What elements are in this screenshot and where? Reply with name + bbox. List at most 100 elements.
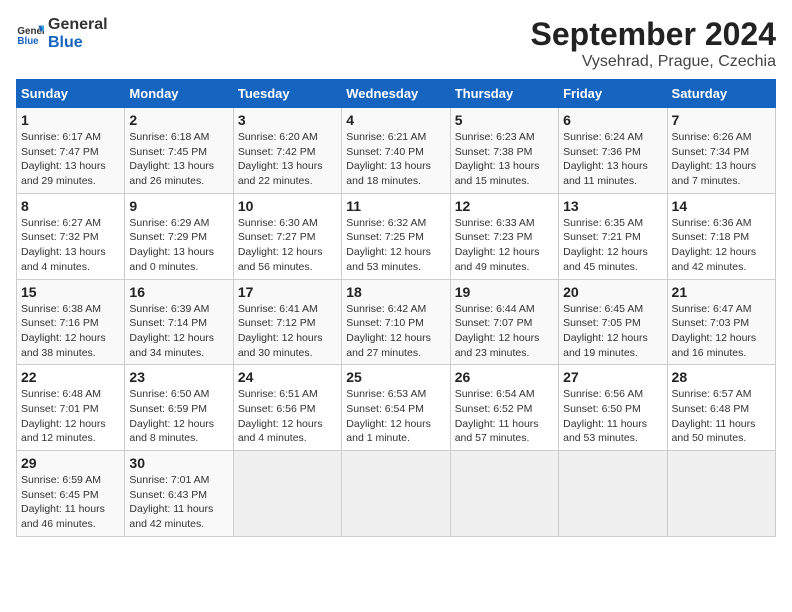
day-number: 21 [672, 284, 771, 300]
day-info: Sunrise: 6:39 AM Sunset: 7:14 PM Dayligh… [129, 302, 228, 361]
day-info: Sunrise: 6:45 AM Sunset: 7:05 PM Dayligh… [563, 302, 662, 361]
table-row: 1 Sunrise: 6:17 AM Sunset: 7:47 PM Daylig… [17, 108, 125, 194]
day-info: Sunrise: 6:36 AM Sunset: 7:18 PM Dayligh… [672, 216, 771, 275]
day-number: 2 [129, 112, 228, 128]
table-row: 17 Sunrise: 6:41 AM Sunset: 7:12 PM Dayli… [233, 279, 341, 365]
table-row [342, 451, 450, 537]
day-number: 13 [563, 198, 662, 214]
table-row: 11 Sunrise: 6:32 AM Sunset: 7:25 PM Dayli… [342, 193, 450, 279]
day-info: Sunrise: 6:41 AM Sunset: 7:12 PM Dayligh… [238, 302, 337, 361]
day-info: Sunrise: 6:29 AM Sunset: 7:29 PM Dayligh… [129, 216, 228, 275]
table-row [450, 451, 558, 537]
table-row: 18 Sunrise: 6:42 AM Sunset: 7:10 PM Dayli… [342, 279, 450, 365]
table-row: 28 Sunrise: 6:57 AM Sunset: 6:48 PM Dayli… [667, 365, 775, 451]
header-wednesday: Wednesday [342, 80, 450, 108]
day-number: 15 [21, 284, 120, 300]
calendar-week-row: 8Sunrise: 6:27 AM Sunset: 7:32 PM Daylig… [17, 193, 776, 279]
table-row: 2 Sunrise: 6:18 AM Sunset: 7:45 PM Daylig… [125, 108, 233, 194]
day-number: 30 [129, 455, 228, 471]
table-row: 8Sunrise: 6:27 AM Sunset: 7:32 PM Daylig… [17, 193, 125, 279]
day-info: Sunrise: 6:17 AM Sunset: 7:47 PM Dayligh… [21, 130, 120, 189]
table-row: 5 Sunrise: 6:23 AM Sunset: 7:38 PM Daylig… [450, 108, 558, 194]
month-title: September 2024 [531, 16, 776, 53]
day-number: 26 [455, 369, 554, 385]
day-number: 5 [455, 112, 554, 128]
table-row: 23Sunrise: 6:50 AM Sunset: 6:59 PM Dayli… [125, 365, 233, 451]
day-number: 7 [672, 112, 771, 128]
logo: General Blue General Blue [16, 16, 108, 51]
day-number: 10 [238, 198, 337, 214]
day-info: Sunrise: 6:53 AM Sunset: 6:54 PM Dayligh… [346, 387, 445, 446]
calendar-week-row: 15 Sunrise: 6:38 AM Sunset: 7:16 PM Dayli… [17, 279, 776, 365]
day-number: 25 [346, 369, 445, 385]
day-number: 27 [563, 369, 662, 385]
day-number: 9 [129, 198, 228, 214]
table-row: 16Sunrise: 6:39 AM Sunset: 7:14 PM Dayli… [125, 279, 233, 365]
day-info: Sunrise: 6:26 AM Sunset: 7:34 PM Dayligh… [672, 130, 771, 189]
header-tuesday: Tuesday [233, 80, 341, 108]
table-row: 15 Sunrise: 6:38 AM Sunset: 7:16 PM Dayli… [17, 279, 125, 365]
table-row: 7 Sunrise: 6:26 AM Sunset: 7:34 PM Daylig… [667, 108, 775, 194]
table-row [667, 451, 775, 537]
table-row [559, 451, 667, 537]
day-info: Sunrise: 6:32 AM Sunset: 7:25 PM Dayligh… [346, 216, 445, 275]
calendar-week-row: 22 Sunrise: 6:48 AM Sunset: 7:01 PM Dayli… [17, 365, 776, 451]
day-number: 14 [672, 198, 771, 214]
table-row: 9 Sunrise: 6:29 AM Sunset: 7:29 PM Daylig… [125, 193, 233, 279]
logo-general: General [48, 16, 108, 34]
table-row: 26 Sunrise: 6:54 AM Sunset: 6:52 PM Dayli… [450, 365, 558, 451]
table-row: 10Sunrise: 6:30 AM Sunset: 7:27 PM Dayli… [233, 193, 341, 279]
day-info: Sunrise: 6:57 AM Sunset: 6:48 PM Dayligh… [672, 387, 771, 446]
day-info: Sunrise: 6:35 AM Sunset: 7:21 PM Dayligh… [563, 216, 662, 275]
calendar-table: Sunday Monday Tuesday Wednesday Thursday… [16, 79, 776, 537]
calendar-week-row: 29 Sunrise: 6:59 AM Sunset: 6:45 PM Dayli… [17, 451, 776, 537]
day-number: 22 [21, 369, 120, 385]
table-row: 13 Sunrise: 6:35 AM Sunset: 7:21 PM Dayli… [559, 193, 667, 279]
day-number: 24 [238, 369, 337, 385]
day-info: Sunrise: 6:23 AM Sunset: 7:38 PM Dayligh… [455, 130, 554, 189]
day-info: Sunrise: 6:47 AM Sunset: 7:03 PM Dayligh… [672, 302, 771, 361]
day-info: Sunrise: 6:48 AM Sunset: 7:01 PM Dayligh… [21, 387, 120, 446]
day-number: 29 [21, 455, 120, 471]
day-info: Sunrise: 6:56 AM Sunset: 6:50 PM Dayligh… [563, 387, 662, 446]
day-info: Sunrise: 6:54 AM Sunset: 6:52 PM Dayligh… [455, 387, 554, 446]
table-row: 22 Sunrise: 6:48 AM Sunset: 7:01 PM Dayli… [17, 365, 125, 451]
logo-blue: Blue [48, 34, 108, 52]
day-info: Sunrise: 6:44 AM Sunset: 7:07 PM Dayligh… [455, 302, 554, 361]
table-row: 12Sunrise: 6:33 AM Sunset: 7:23 PM Dayli… [450, 193, 558, 279]
day-number: 11 [346, 198, 445, 214]
day-number: 17 [238, 284, 337, 300]
header-monday: Monday [125, 80, 233, 108]
header-saturday: Saturday [667, 80, 775, 108]
table-row: 27 Sunrise: 6:56 AM Sunset: 6:50 PM Dayli… [559, 365, 667, 451]
day-number: 23 [129, 369, 228, 385]
header-friday: Friday [559, 80, 667, 108]
table-row: 20 Sunrise: 6:45 AM Sunset: 7:05 PM Dayli… [559, 279, 667, 365]
table-row [233, 451, 341, 537]
svg-text:Blue: Blue [17, 35, 39, 46]
day-info: Sunrise: 6:42 AM Sunset: 7:10 PM Dayligh… [346, 302, 445, 361]
day-number: 19 [455, 284, 554, 300]
day-info: Sunrise: 6:18 AM Sunset: 7:45 PM Dayligh… [129, 130, 228, 189]
table-row: 29 Sunrise: 6:59 AM Sunset: 6:45 PM Dayli… [17, 451, 125, 537]
day-number: 28 [672, 369, 771, 385]
day-info: Sunrise: 6:59 AM Sunset: 6:45 PM Dayligh… [21, 473, 120, 532]
table-row: 4Sunrise: 6:21 AM Sunset: 7:40 PM Daylig… [342, 108, 450, 194]
title-area: September 2024 Vysehrad, Prague, Czechia [531, 16, 776, 71]
table-row: 19 Sunrise: 6:44 AM Sunset: 7:07 PM Dayli… [450, 279, 558, 365]
day-info: Sunrise: 6:20 AM Sunset: 7:42 PM Dayligh… [238, 130, 337, 189]
table-row: 21 Sunrise: 6:47 AM Sunset: 7:03 PM Dayli… [667, 279, 775, 365]
day-info: Sunrise: 7:01 AM Sunset: 6:43 PM Dayligh… [129, 473, 228, 532]
day-number: 12 [455, 198, 554, 214]
day-number: 20 [563, 284, 662, 300]
day-number: 8 [21, 198, 120, 214]
day-info: Sunrise: 6:51 AM Sunset: 6:56 PM Dayligh… [238, 387, 337, 446]
day-number: 1 [21, 112, 120, 128]
day-info: Sunrise: 6:38 AM Sunset: 7:16 PM Dayligh… [21, 302, 120, 361]
table-row: 3Sunrise: 6:20 AM Sunset: 7:42 PM Daylig… [233, 108, 341, 194]
day-number: 18 [346, 284, 445, 300]
location: Vysehrad, Prague, Czechia [531, 53, 776, 71]
day-number: 4 [346, 112, 445, 128]
logo-icon: General Blue [16, 20, 44, 48]
table-row: 14 Sunrise: 6:36 AM Sunset: 7:18 PM Dayli… [667, 193, 775, 279]
